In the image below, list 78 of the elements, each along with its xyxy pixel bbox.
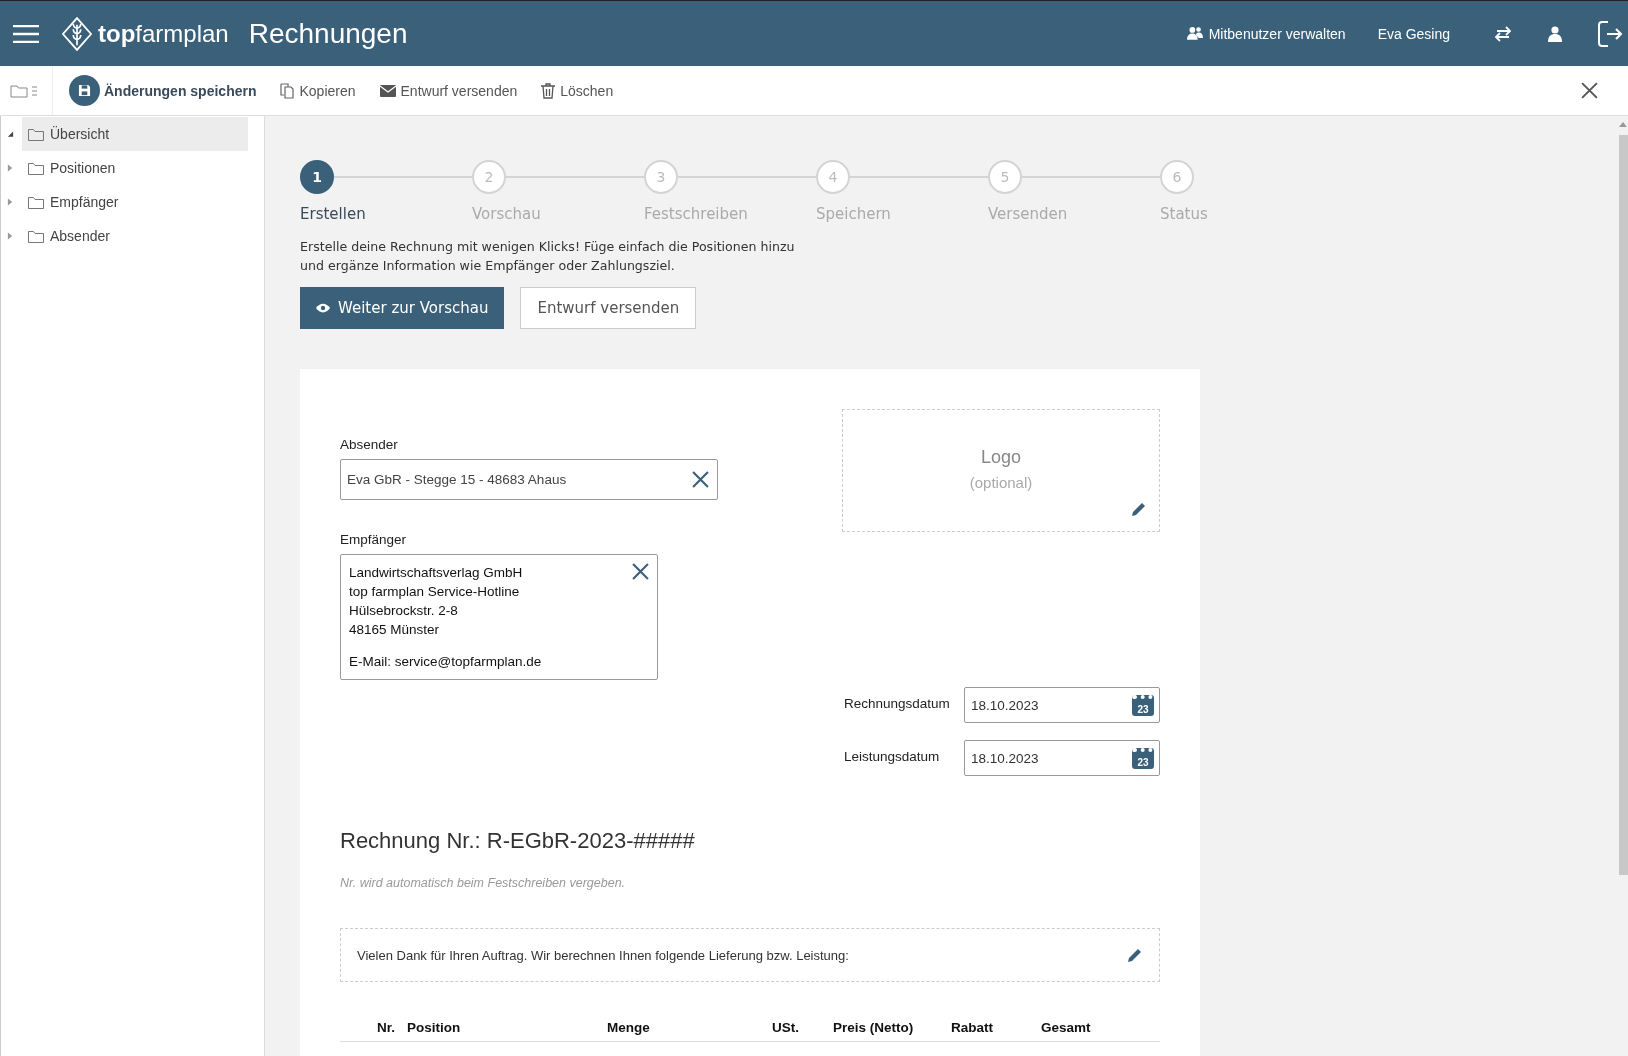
address-line: Hülsebrockstr. 2-8 bbox=[349, 602, 459, 620]
intro-text-box[interactable]: Vielen Dank für Ihren Auftrag. Wir berechnen Ihnen folgende Lieferung bzw. Leistung: bbox=[340, 928, 1160, 982]
toolbar-button[interactable]: Änderungen speichern bbox=[63, 71, 263, 110]
invoice-number-title: Rechnung Nr.: R-EGbR-2023-##### bbox=[340, 828, 696, 854]
invoice-number-note: Nr. wird automatisch beim Festschreiben vergeben. bbox=[340, 876, 627, 890]
copy-icon bbox=[280, 82, 295, 99]
edit-icon[interactable] bbox=[1131, 501, 1147, 517]
address-line: 48165 Münster bbox=[349, 621, 441, 639]
scrollbar-thumb[interactable] bbox=[1618, 135, 1628, 875]
wheat-logo-icon bbox=[62, 16, 92, 51]
date-label: Rechnungsdatum bbox=[844, 696, 950, 711]
tree-toggle-icon[interactable] bbox=[7, 164, 14, 172]
date-field[interactable]: 18.10.2023 23 bbox=[964, 740, 1160, 776]
description-text: Erstelle deine Rechnung mit wenigen Klicks! Füge einfach die Positionen hinzu und ergänze Information wie Empfänger oder Zahlungsziel. bbox=[300, 238, 796, 275]
column-header: Gesamt bbox=[1041, 1020, 1092, 1035]
column-header: Nr. bbox=[376, 1020, 396, 1035]
clear-icon[interactable] bbox=[632, 563, 649, 580]
folder-icon bbox=[28, 161, 44, 175]
column-header: Rabatt bbox=[951, 1020, 994, 1035]
sender-select-field[interactable]: Eva GbR - Stegge 15 - 48683 Ahaus bbox=[340, 459, 718, 500]
logo-title: Logo bbox=[980, 447, 1021, 468]
action-button[interactable]: Entwurf versenden bbox=[520, 287, 697, 329]
tree-toggle-icon[interactable] bbox=[7, 130, 14, 138]
email-line: E-Mail: service@topfarmplan.de bbox=[349, 653, 542, 671]
recipient-address-box[interactable]: Landwirtschaftsverlag GmbH top farmplan Service-Hotline Hülsebrockstr. 2-8 48165 Münster E-Mail: service@topfarmplan.de bbox=[340, 554, 658, 680]
envelope-icon bbox=[379, 84, 396, 97]
column-header: Preis (Netto) bbox=[833, 1020, 915, 1035]
logo-hint: (optional) bbox=[969, 474, 1033, 491]
calendar-icon[interactable]: 23 bbox=[1132, 747, 1154, 769]
folder-tree-toggle-icon[interactable] bbox=[10, 83, 38, 98]
step-label: Speichern bbox=[816, 205, 892, 223]
column-header: Menge bbox=[607, 1020, 651, 1035]
swap-arrows-icon[interactable] bbox=[1494, 23, 1512, 44]
sidebar-item[interactable]: Positionen bbox=[22, 151, 248, 185]
tree-toggle-icon[interactable] bbox=[7, 198, 14, 206]
sidebar-item[interactable]: Absender bbox=[22, 219, 248, 253]
step-number[interactable]: 1 bbox=[300, 160, 334, 194]
column-header: Position bbox=[407, 1020, 462, 1035]
header-link[interactable]: Mitbenutzer verwalten bbox=[1186, 25, 1346, 42]
intro-text: Vielen Dank für Ihren Auftrag. Wir berechnen Ihnen folgende Lieferung bzw. Leistung: bbox=[357, 947, 849, 963]
sidebar-item[interactable]: Übersicht bbox=[22, 117, 248, 151]
eye-icon bbox=[316, 303, 330, 313]
address-line: top farmplan Service-Hotline bbox=[349, 583, 521, 601]
date-label: Leistungsdatum bbox=[844, 749, 940, 764]
folder-icon bbox=[28, 229, 44, 243]
toolbar-button[interactable]: Löschen bbox=[535, 78, 620, 103]
edit-icon[interactable] bbox=[1127, 947, 1143, 963]
user-icon[interactable] bbox=[1548, 23, 1562, 44]
step-label: Versenden bbox=[988, 205, 1069, 223]
column-header: USt. bbox=[772, 1020, 800, 1035]
clear-icon[interactable] bbox=[692, 471, 709, 488]
trash-icon bbox=[541, 82, 556, 99]
step-label: Erstellen bbox=[300, 205, 367, 223]
header-link[interactable]: Eva Gesing bbox=[1377, 25, 1450, 42]
page-title: Rechnungen bbox=[248, 17, 408, 50]
step-label: Festschreiben bbox=[644, 205, 749, 223]
users-icon bbox=[1186, 26, 1203, 41]
sidebar-item[interactable]: Empfänger bbox=[22, 185, 248, 219]
folder-icon bbox=[28, 195, 44, 209]
field-label: Absender bbox=[340, 437, 399, 452]
save-icon bbox=[69, 75, 100, 106]
step-label: Status bbox=[1160, 205, 1209, 223]
date-field[interactable]: 18.10.2023 23 bbox=[964, 687, 1160, 723]
menu-icon[interactable] bbox=[13, 24, 39, 43]
action-button[interactable]: Weiter zur Vorschau bbox=[300, 287, 505, 329]
brand-logo-text: topfarmplan bbox=[98, 19, 229, 48]
scroll-up-icon[interactable] bbox=[1619, 122, 1627, 127]
logo-upload-area[interactable]: Logo (optional) bbox=[842, 409, 1160, 532]
toolbar-button[interactable]: Kopieren bbox=[274, 78, 362, 103]
toolbar-button[interactable]: Entwurf versenden bbox=[373, 78, 524, 103]
folder-icon bbox=[28, 127, 44, 141]
address-line: Landwirtschaftsverlag GmbH bbox=[349, 564, 524, 582]
calendar-icon[interactable]: 23 bbox=[1132, 694, 1154, 716]
tree-toggle-icon[interactable] bbox=[7, 232, 14, 240]
close-icon[interactable] bbox=[1581, 82, 1598, 99]
field-label: Empfänger bbox=[340, 532, 408, 547]
logout-icon[interactable] bbox=[1598, 20, 1622, 47]
step-label: Vorschau bbox=[472, 205, 542, 223]
